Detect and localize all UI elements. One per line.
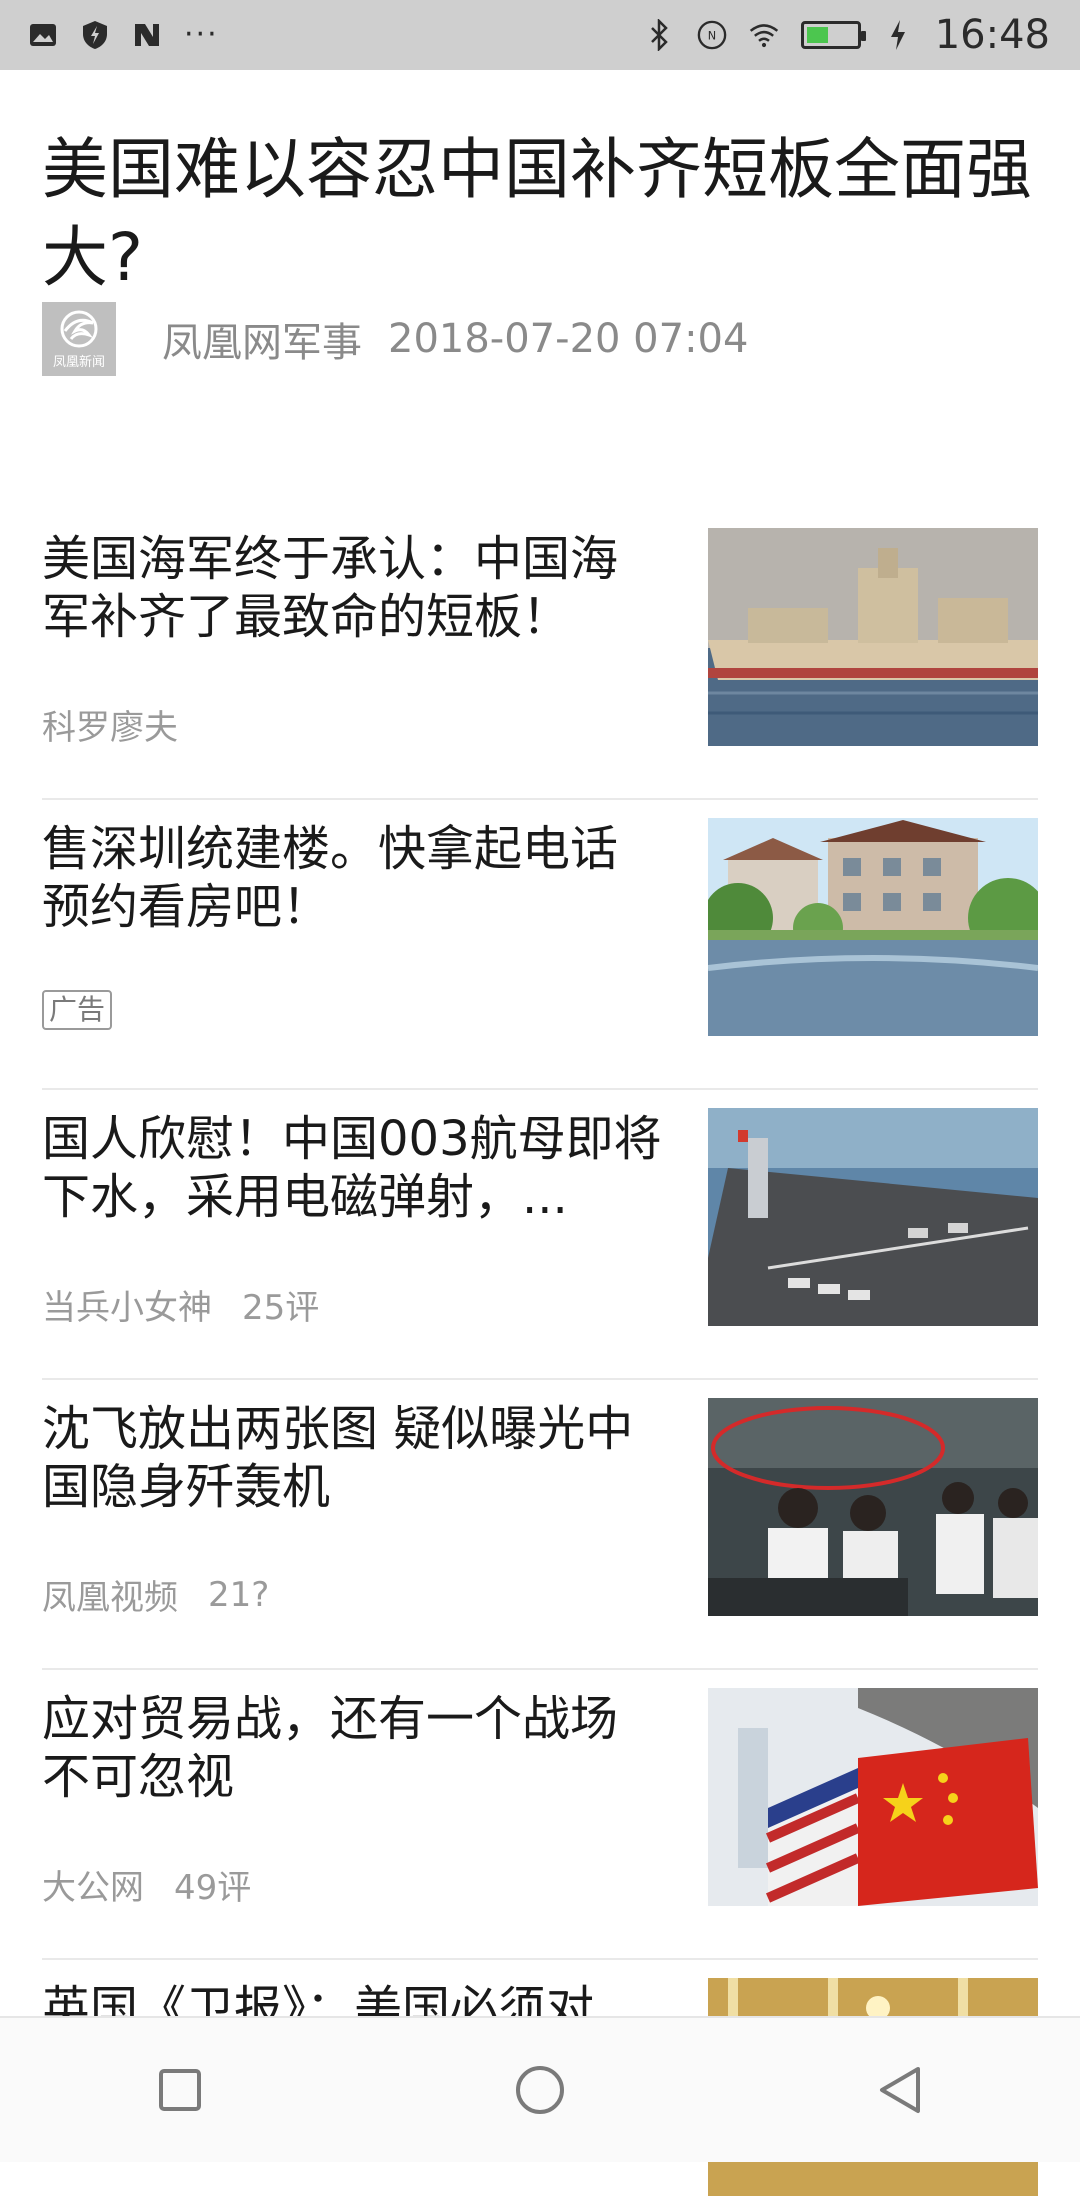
battery-level [806, 27, 829, 43]
news-thumbnail [708, 1398, 1038, 1616]
news-item[interactable]: 美国海军终于承认：中国海军补齐了最致命的短板！ 科罗廖夫 [42, 510, 1038, 800]
news-title: 国人欣慰！中国003航母即将下水，采用电磁弹射，... [42, 1111, 662, 1225]
source-logo[interactable]: 凤凰新闻 [42, 302, 116, 376]
charging-icon [883, 20, 913, 50]
news-meta: 当兵小女神 25评 [42, 1280, 319, 1329]
news-text: 国人欣慰！中国003航母即将下水，采用电磁弹射，... [42, 1110, 662, 1226]
battery-icon [800, 21, 866, 49]
news-thumbnail [708, 528, 1038, 746]
shield-icon [80, 20, 110, 50]
news-meta: 广告 [42, 990, 113, 1030]
news-title: 应对贸易战，还有一个战场不可忽视 [42, 1691, 619, 1805]
news-meta: 凤凰视频 21? [42, 1570, 269, 1619]
svg-text:N: N [708, 30, 716, 43]
status-bar: ··· N 16:48 [0, 0, 1080, 70]
news-thumbnail [708, 1688, 1038, 1906]
article-datetime: 2018-07-20 07:04 [388, 316, 749, 362]
clock: 16:48 [934, 12, 1050, 58]
back-button[interactable] [870, 2060, 930, 2120]
news-text: 美国海军终于承认：中国海军补齐了最致命的短板！ [42, 530, 662, 646]
news-title: 美国海军终于承认：中国海军补齐了最致命的短板！ [42, 531, 619, 645]
circle-icon [516, 2066, 564, 2114]
news-thumbnail [708, 1108, 1038, 1326]
news-text: 应对贸易战，还有一个战场不可忽视 [42, 1690, 662, 1806]
news-item[interactable]: 沈飞放出两张图 疑似曝光中国隐身歼轰机 凤凰视频 21? [42, 1380, 1038, 1670]
news-meta: 大公网 49评 [42, 1860, 251, 1909]
square-icon [159, 2069, 201, 2111]
news-comments: 49评 [174, 1868, 252, 1908]
news-comments: 21? [208, 1574, 270, 1615]
news-text: 沈飞放出两张图 疑似曝光中国隐身歼轰机 [42, 1400, 662, 1516]
navigation-bar [0, 2016, 1080, 2162]
related-news-list: 美国海军终于承认：中国海军补齐了最致命的短板！ 科罗廖夫 售深圳统建楼。快拿起电… [42, 510, 1038, 2196]
status-left: ··· [28, 20, 219, 50]
wifi-icon [749, 20, 779, 50]
news-comments: 25评 [242, 1288, 320, 1328]
phoenix-logo-icon [60, 310, 98, 347]
bluetooth-icon [645, 19, 675, 51]
news-title: 沈飞放出两张图 疑似曝光中国隐身歼轰机 [42, 1401, 634, 1515]
more-notifications: ··· [184, 17, 219, 52]
logo-text: 凤凰新闻 [52, 354, 105, 370]
news-thumbnail [708, 818, 1038, 1036]
n-icon [132, 20, 162, 50]
article-title: 美国难以容忍中国补齐短板全面强大? [42, 131, 1032, 296]
news-item[interactable]: 国人欣慰！中国003航母即将下水，采用电磁弹射，... 当兵小女神 25评 [42, 1090, 1038, 1380]
news-source: 大公网 [42, 1868, 144, 1908]
news-item[interactable]: 应对贸易战，还有一个战场不可忽视 大公网 49评 [42, 1670, 1038, 1960]
news-title: 售深圳统建楼。快拿起电话预约看房吧！ [42, 821, 619, 935]
recent-apps-button[interactable] [150, 2060, 210, 2120]
news-meta: 科罗廖夫 [42, 700, 178, 749]
news-source: 科罗廖夫 [42, 708, 178, 748]
home-button[interactable] [510, 2060, 570, 2120]
ad-badge: 广告 [42, 990, 113, 1030]
image-icon [28, 20, 58, 50]
nfc-icon: N [697, 20, 727, 50]
news-source: 当兵小女神 [42, 1288, 212, 1328]
back-triangle-icon [880, 2067, 920, 2113]
status-right: N 16:48 [645, 12, 1050, 58]
news-text: 售深圳统建楼。快拿起电话预约看房吧！ [42, 820, 662, 936]
news-source: 凤凰视频 [42, 1578, 178, 1618]
article-source[interactable]: 凤凰网军事 [162, 310, 362, 368]
news-item-ad[interactable]: 售深圳统建楼。快拿起电话预约看房吧！ 广告 [42, 800, 1038, 1090]
article-meta: 凤凰新闻 凤凰网军事 2018-07-20 07:04 [42, 302, 748, 376]
